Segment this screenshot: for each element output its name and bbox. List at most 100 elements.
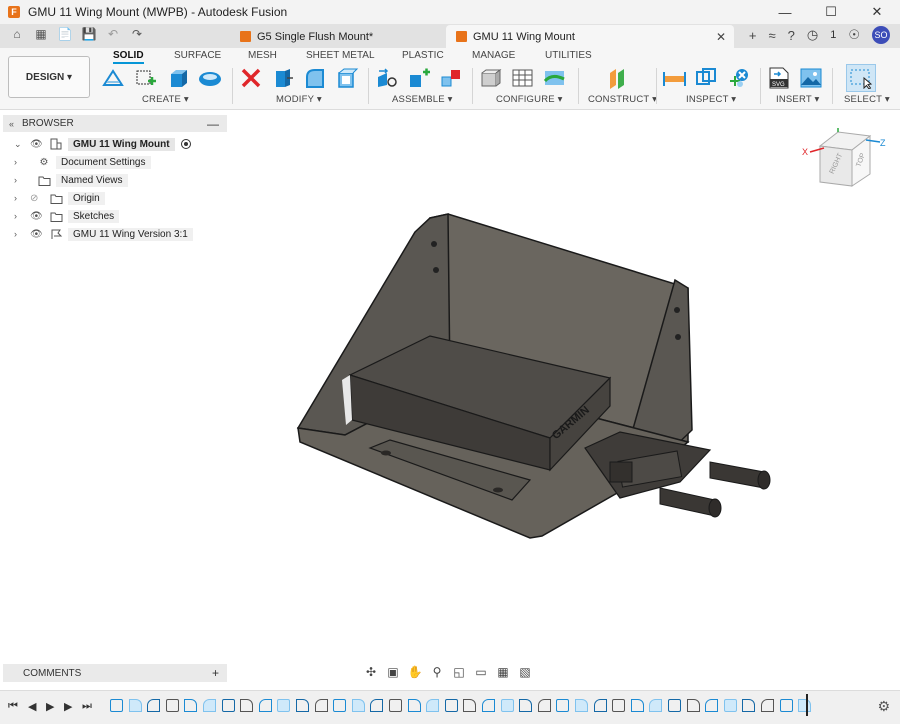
group-create-label[interactable]: CREATE ▾: [142, 94, 189, 105]
viewports-icon[interactable]: ▧: [516, 663, 534, 681]
view-cube[interactable]: X Z RIGHT TOP: [800, 126, 890, 200]
display-settings-icon[interactable]: ▭: [472, 663, 490, 681]
insert-image-icon[interactable]: [798, 66, 824, 90]
timeline-feature-icon[interactable]: [147, 699, 161, 712]
timeline-feature-icon[interactable]: [761, 699, 774, 712]
tab-manage[interactable]: MANAGE: [472, 50, 515, 61]
group-modify-label[interactable]: MODIFY ▾: [276, 94, 322, 105]
fillet-icon[interactable]: [302, 66, 328, 90]
timeline-feature-icon[interactable]: [258, 699, 272, 712]
timeline-marker[interactable]: [806, 694, 808, 716]
step-back-icon[interactable]: ◀: [28, 700, 36, 713]
pan-hand-icon[interactable]: ✋: [406, 663, 424, 681]
home-icon[interactable]: ⌂: [10, 27, 24, 41]
grid-settings-icon[interactable]: ▦: [494, 663, 512, 681]
active-component-radio-icon[interactable]: [180, 139, 191, 149]
timeline-feature-icon[interactable]: [110, 699, 123, 712]
timeline-feature-icon[interactable]: [389, 699, 402, 712]
step-forward-icon[interactable]: ▶: [64, 700, 72, 713]
timeline-feature-icon[interactable]: [351, 699, 365, 712]
redo-icon[interactable]: ↷: [130, 27, 144, 41]
save-icon[interactable]: 💾: [82, 27, 97, 41]
timeline-feature-icon[interactable]: [649, 699, 663, 712]
chevron-down-icon[interactable]: ⌄: [14, 139, 24, 150]
timeline-feature-icon[interactable]: [128, 699, 142, 712]
tab-mesh[interactable]: MESH: [248, 50, 277, 61]
go-to-end-icon[interactable]: ⏭: [82, 700, 92, 713]
tab-g5-single-flush-mount[interactable]: G5 Single Flush Mount*: [230, 25, 444, 48]
minimize-panel-icon[interactable]: —: [207, 117, 219, 131]
timeline-feature-icon[interactable]: [370, 699, 384, 712]
timeline-feature-icon[interactable]: [742, 699, 756, 712]
timeline-feature-icon[interactable]: [165, 699, 179, 712]
measure-icon[interactable]: [662, 66, 688, 90]
timeline-feature-icon[interactable]: [537, 699, 551, 712]
configure-box-icon[interactable]: [478, 66, 504, 90]
tab-plastic[interactable]: PLASTIC: [402, 50, 444, 61]
timeline-feature-icon[interactable]: [500, 699, 514, 712]
timeline-feature-icon[interactable]: [296, 699, 309, 712]
create-sketch-icon[interactable]: [100, 66, 126, 90]
timeline-feature-icon[interactable]: [705, 699, 719, 712]
browser-item-root-component[interactable]: ⌄ 👁 GMU 11 Wing Mount: [14, 136, 191, 152]
tab-solid[interactable]: SOLID: [113, 50, 144, 64]
tab-utilities[interactable]: UTILITIES: [545, 50, 592, 61]
job-status-icon[interactable]: ◷: [807, 27, 818, 43]
timeline-feature-icon[interactable]: [240, 699, 254, 712]
joint-icon[interactable]: [406, 66, 432, 90]
visibility-eye-icon[interactable]: 👁: [30, 229, 44, 240]
browser-item-sketches[interactable]: › 👁 Sketches: [14, 208, 120, 224]
revolve-icon[interactable]: [197, 66, 223, 90]
chevron-right-icon[interactable]: ›: [14, 211, 24, 221]
undo-icon[interactable]: ↶: [106, 27, 120, 41]
collapse-panel-icon[interactable]: «: [9, 119, 14, 129]
play-icon[interactable]: ▶: [46, 700, 54, 713]
browser-item-linked-component[interactable]: › 👁 GMU 11 Wing Version 3:1: [14, 226, 193, 242]
group-inspect-label[interactable]: INSPECT ▾: [686, 94, 736, 105]
group-assemble-label[interactable]: ASSEMBLE ▾: [392, 94, 453, 105]
timeline-feature-icon[interactable]: [333, 699, 347, 712]
tab-sheet-metal[interactable]: SHEET METAL: [306, 50, 375, 61]
timeline-feature-icon[interactable]: [314, 699, 328, 712]
timeline-feature-icon[interactable]: [444, 699, 458, 712]
timeline-feature-icon[interactable]: [203, 699, 216, 712]
timeline-feature-icon[interactable]: [463, 699, 477, 712]
timeline-feature-icon[interactable]: [221, 699, 235, 712]
add-comment-icon[interactable]: +: [212, 666, 219, 680]
hidden-eye-icon[interactable]: ⊘: [30, 193, 44, 204]
tab-gmu-11-wing-mount[interactable]: GMU 11 Wing Mount ✕: [446, 25, 734, 48]
tab-surface[interactable]: SURFACE: [174, 50, 221, 61]
browser-item-document-settings[interactable]: › ⚙ Document Settings: [14, 154, 151, 170]
chevron-right-icon[interactable]: ›: [14, 157, 24, 167]
as-built-joint-icon[interactable]: [438, 66, 464, 90]
new-tab-icon[interactable]: +: [749, 28, 757, 43]
timeline-feature-icon[interactable]: [277, 699, 291, 712]
select-tool-icon[interactable]: [846, 64, 876, 92]
delete-icon[interactable]: [238, 66, 264, 90]
group-configure-label[interactable]: CONFIGURE ▾: [496, 94, 563, 105]
timeline-feature-icon[interactable]: [686, 699, 700, 712]
new-component-icon[interactable]: [374, 66, 400, 90]
offset-plane-icon[interactable]: [605, 66, 631, 90]
timeline-feature-icon[interactable]: [426, 699, 440, 712]
sketch-plus-icon[interactable]: [133, 66, 159, 90]
timeline-feature-icon[interactable]: [630, 699, 644, 712]
comments-panel-header[interactable]: COMMENTS +: [3, 664, 227, 682]
browser-panel-header[interactable]: « BROWSER —: [3, 115, 227, 132]
browser-item-named-views[interactable]: › Named Views: [14, 172, 128, 188]
user-avatar[interactable]: SO: [872, 26, 890, 44]
help-icon[interactable]: ?: [788, 28, 795, 43]
visibility-eye-icon[interactable]: 👁: [30, 211, 44, 222]
group-insert-label[interactable]: INSERT ▾: [776, 94, 820, 105]
data-panel-grid-icon[interactable]: ▦: [34, 27, 48, 41]
timeline-feature-icon[interactable]: [612, 699, 626, 712]
file-menu-icon[interactable]: 📄: [58, 27, 73, 41]
notifications-icon[interactable]: ☉: [848, 27, 860, 43]
close-button[interactable]: ✕: [854, 0, 900, 24]
visibility-eye-icon[interactable]: 👁: [30, 139, 44, 150]
browser-item-origin[interactable]: › ⊘ Origin: [14, 190, 105, 206]
section-analysis-icon[interactable]: [726, 66, 752, 90]
timeline-settings-gear-icon[interactable]: ⚙: [877, 698, 890, 715]
orbit-icon[interactable]: ✣: [362, 663, 380, 681]
timeline-feature-icon[interactable]: [482, 699, 495, 712]
